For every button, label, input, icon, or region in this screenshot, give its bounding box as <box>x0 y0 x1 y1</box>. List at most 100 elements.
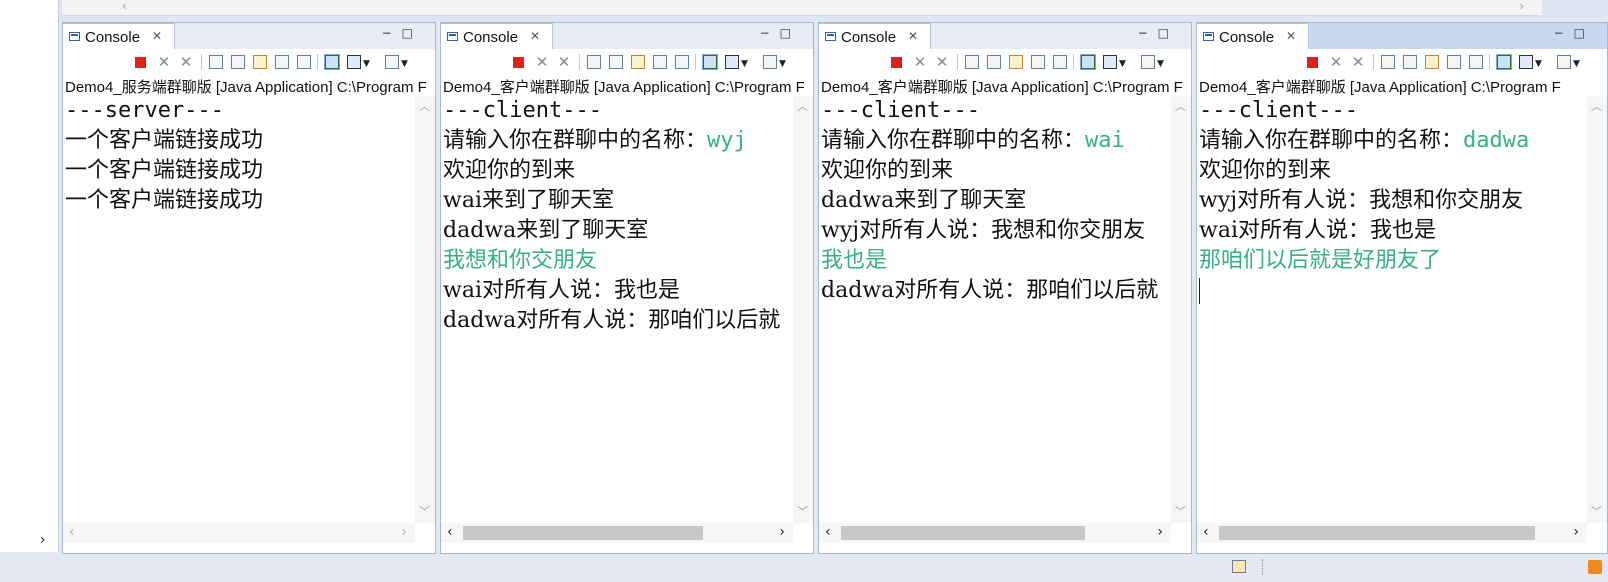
scroll-down-arrow-icon[interactable]: ﹀ <box>419 503 430 519</box>
scroll-thumb[interactable] <box>841 526 1085 540</box>
word-wrap-icon[interactable] <box>253 55 267 69</box>
progress-view-icon[interactable] <box>1232 560 1246 573</box>
scroll-lock-icon[interactable] <box>987 55 1001 69</box>
dropdown-arrow-icon[interactable]: ▼ <box>779 60 787 69</box>
close-icon[interactable]: ✕ <box>152 29 162 43</box>
scroll-thumb[interactable] <box>463 526 703 540</box>
minimize-icon[interactable]: − <box>760 26 780 40</box>
horizontal-scrollbar[interactable]: ‹ › <box>1197 523 1587 543</box>
console-output[interactable]: ---server--- 一个客户端链接成功 一个客户端链接成功 一个客户端链接成功 <box>65 96 413 523</box>
console-tab[interactable]: Console ✕ <box>441 23 553 49</box>
scroll-thumb[interactable] <box>1219 526 1535 540</box>
pin-console-icon[interactable] <box>1496 54 1512 70</box>
horizontal-scrollbar[interactable]: ‹ › <box>63 523 415 543</box>
scroll-left-arrow-icon[interactable]: ‹ <box>122 0 127 13</box>
horizontal-scrollbar[interactable]: ‹ › <box>441 523 793 543</box>
remove-launch-icon[interactable]: ✕ <box>913 55 927 70</box>
scroll-up-arrow-icon[interactable]: ︿ <box>797 98 808 114</box>
remove-all-terminated-icon[interactable]: ✕ <box>557 55 571 70</box>
remove-launch-icon[interactable]: ✕ <box>535 55 549 70</box>
show-on-stderr-icon[interactable] <box>1053 55 1067 69</box>
show-on-stdout-icon[interactable] <box>1031 55 1045 69</box>
console-tab[interactable]: Console ✕ <box>1197 23 1309 49</box>
clear-console-icon[interactable] <box>587 55 601 69</box>
console-output[interactable]: ---client--- 请输入你在群聊中的名称：wai 欢迎你的到来 dadwa来到… <box>821 96 1169 523</box>
scroll-up-arrow-icon[interactable]: ︿ <box>1591 98 1602 114</box>
open-console-icon[interactable] <box>385 55 399 69</box>
show-on-stderr-icon[interactable] <box>675 55 689 69</box>
terminate-icon[interactable] <box>891 57 902 68</box>
vertical-scrollbar[interactable]: ︿ ﹀ <box>415 96 435 523</box>
remove-all-terminated-icon[interactable]: ✕ <box>179 55 193 70</box>
rss-feed-icon[interactable] <box>1588 560 1602 574</box>
display-selected-console-icon[interactable] <box>1103 55 1117 69</box>
scroll-left-arrow-icon[interactable]: ‹ <box>1203 524 1209 540</box>
show-on-stderr-icon[interactable] <box>297 55 311 69</box>
scroll-lock-icon[interactable] <box>609 55 623 69</box>
display-selected-console-icon[interactable] <box>725 55 739 69</box>
scroll-lock-icon[interactable] <box>231 55 245 69</box>
minimize-icon[interactable]: − <box>1138 26 1158 40</box>
scroll-right-arrow-icon[interactable]: › <box>1157 524 1163 540</box>
clear-console-icon[interactable] <box>1381 55 1395 69</box>
vertical-scrollbar[interactable]: ︿ ﹀ <box>1171 96 1191 523</box>
editor-horizontal-scrollbar[interactable]: ‹ › <box>62 0 1542 16</box>
open-console-icon[interactable] <box>1557 55 1571 69</box>
dropdown-arrow-icon[interactable]: ▼ <box>1157 60 1165 69</box>
vertical-scrollbar[interactable]: ︿ ﹀ <box>793 96 813 523</box>
dropdown-arrow-icon[interactable]: ▼ <box>401 60 409 69</box>
pin-console-icon[interactable] <box>702 54 718 70</box>
console-output[interactable]: ---client--- 请输入你在群聊中的名称：dadwa 欢迎你的到来 wyj对所… <box>1199 96 1585 523</box>
dropdown-arrow-icon[interactable]: ▼ <box>741 60 749 69</box>
maximize-icon[interactable]: □ <box>1158 26 1179 40</box>
console-output[interactable]: ---client--- 请输入你在群聊中的名称：wyj 欢迎你的到来 wai来到了聊… <box>443 96 791 523</box>
scroll-right-arrow-icon[interactable]: › <box>1573 524 1579 540</box>
console-tab[interactable]: Console ✕ <box>63 23 175 49</box>
minimize-icon[interactable]: − <box>1554 26 1574 40</box>
remove-all-terminated-icon[interactable]: ✕ <box>935 55 949 70</box>
close-icon[interactable]: ✕ <box>530 29 540 43</box>
open-console-icon[interactable] <box>763 55 777 69</box>
pin-console-icon[interactable] <box>324 54 340 70</box>
terminate-icon[interactable] <box>1307 57 1318 68</box>
scroll-left-arrow-icon[interactable]: ‹ <box>825 524 831 540</box>
pin-console-icon[interactable] <box>1080 54 1096 70</box>
vertical-scrollbar[interactable]: ︿ ﹀ <box>1587 96 1607 523</box>
show-on-stdout-icon[interactable] <box>275 55 289 69</box>
scroll-right-arrow-icon[interactable]: › <box>40 532 46 548</box>
close-icon[interactable]: ✕ <box>908 29 918 43</box>
horizontal-scrollbar[interactable]: ‹ › <box>819 523 1171 543</box>
word-wrap-icon[interactable] <box>631 55 645 69</box>
scroll-right-arrow-icon[interactable]: › <box>1519 0 1524 13</box>
scroll-left-arrow-icon[interactable]: ‹ <box>69 524 75 540</box>
dropdown-arrow-icon[interactable]: ▼ <box>1573 60 1581 69</box>
maximize-icon[interactable]: □ <box>1574 26 1595 40</box>
word-wrap-icon[interactable] <box>1425 55 1439 69</box>
terminate-icon[interactable] <box>513 57 524 68</box>
dropdown-arrow-icon[interactable]: ▼ <box>1119 60 1127 69</box>
word-wrap-icon[interactable] <box>1009 55 1023 69</box>
maximize-icon[interactable]: □ <box>402 26 423 40</box>
clear-console-icon[interactable] <box>209 55 223 69</box>
open-console-icon[interactable] <box>1141 55 1155 69</box>
close-icon[interactable]: ✕ <box>1286 29 1296 43</box>
show-on-stderr-icon[interactable] <box>1469 55 1483 69</box>
input-line[interactable] <box>1199 276 1585 306</box>
remove-launch-icon[interactable]: ✕ <box>157 55 171 70</box>
remove-launch-icon[interactable]: ✕ <box>1329 55 1343 70</box>
scroll-down-arrow-icon[interactable]: ﹀ <box>1175 503 1186 519</box>
console-tab[interactable]: Console ✕ <box>819 23 931 49</box>
dropdown-arrow-icon[interactable]: ▼ <box>1535 60 1543 69</box>
clear-console-icon[interactable] <box>965 55 979 69</box>
dropdown-arrow-icon[interactable]: ▼ <box>363 60 371 69</box>
scroll-up-arrow-icon[interactable]: ︿ <box>419 98 430 114</box>
scroll-down-arrow-icon[interactable]: ﹀ <box>1591 503 1602 519</box>
scroll-right-arrow-icon[interactable]: › <box>779 524 785 540</box>
display-selected-console-icon[interactable] <box>347 55 361 69</box>
show-on-stdout-icon[interactable] <box>653 55 667 69</box>
maximize-icon[interactable]: □ <box>780 26 801 40</box>
scroll-up-arrow-icon[interactable]: ︿ <box>1175 98 1186 114</box>
minimize-icon[interactable]: − <box>382 26 402 40</box>
scroll-right-arrow-icon[interactable]: › <box>401 524 407 540</box>
terminate-icon[interactable] <box>135 57 146 68</box>
